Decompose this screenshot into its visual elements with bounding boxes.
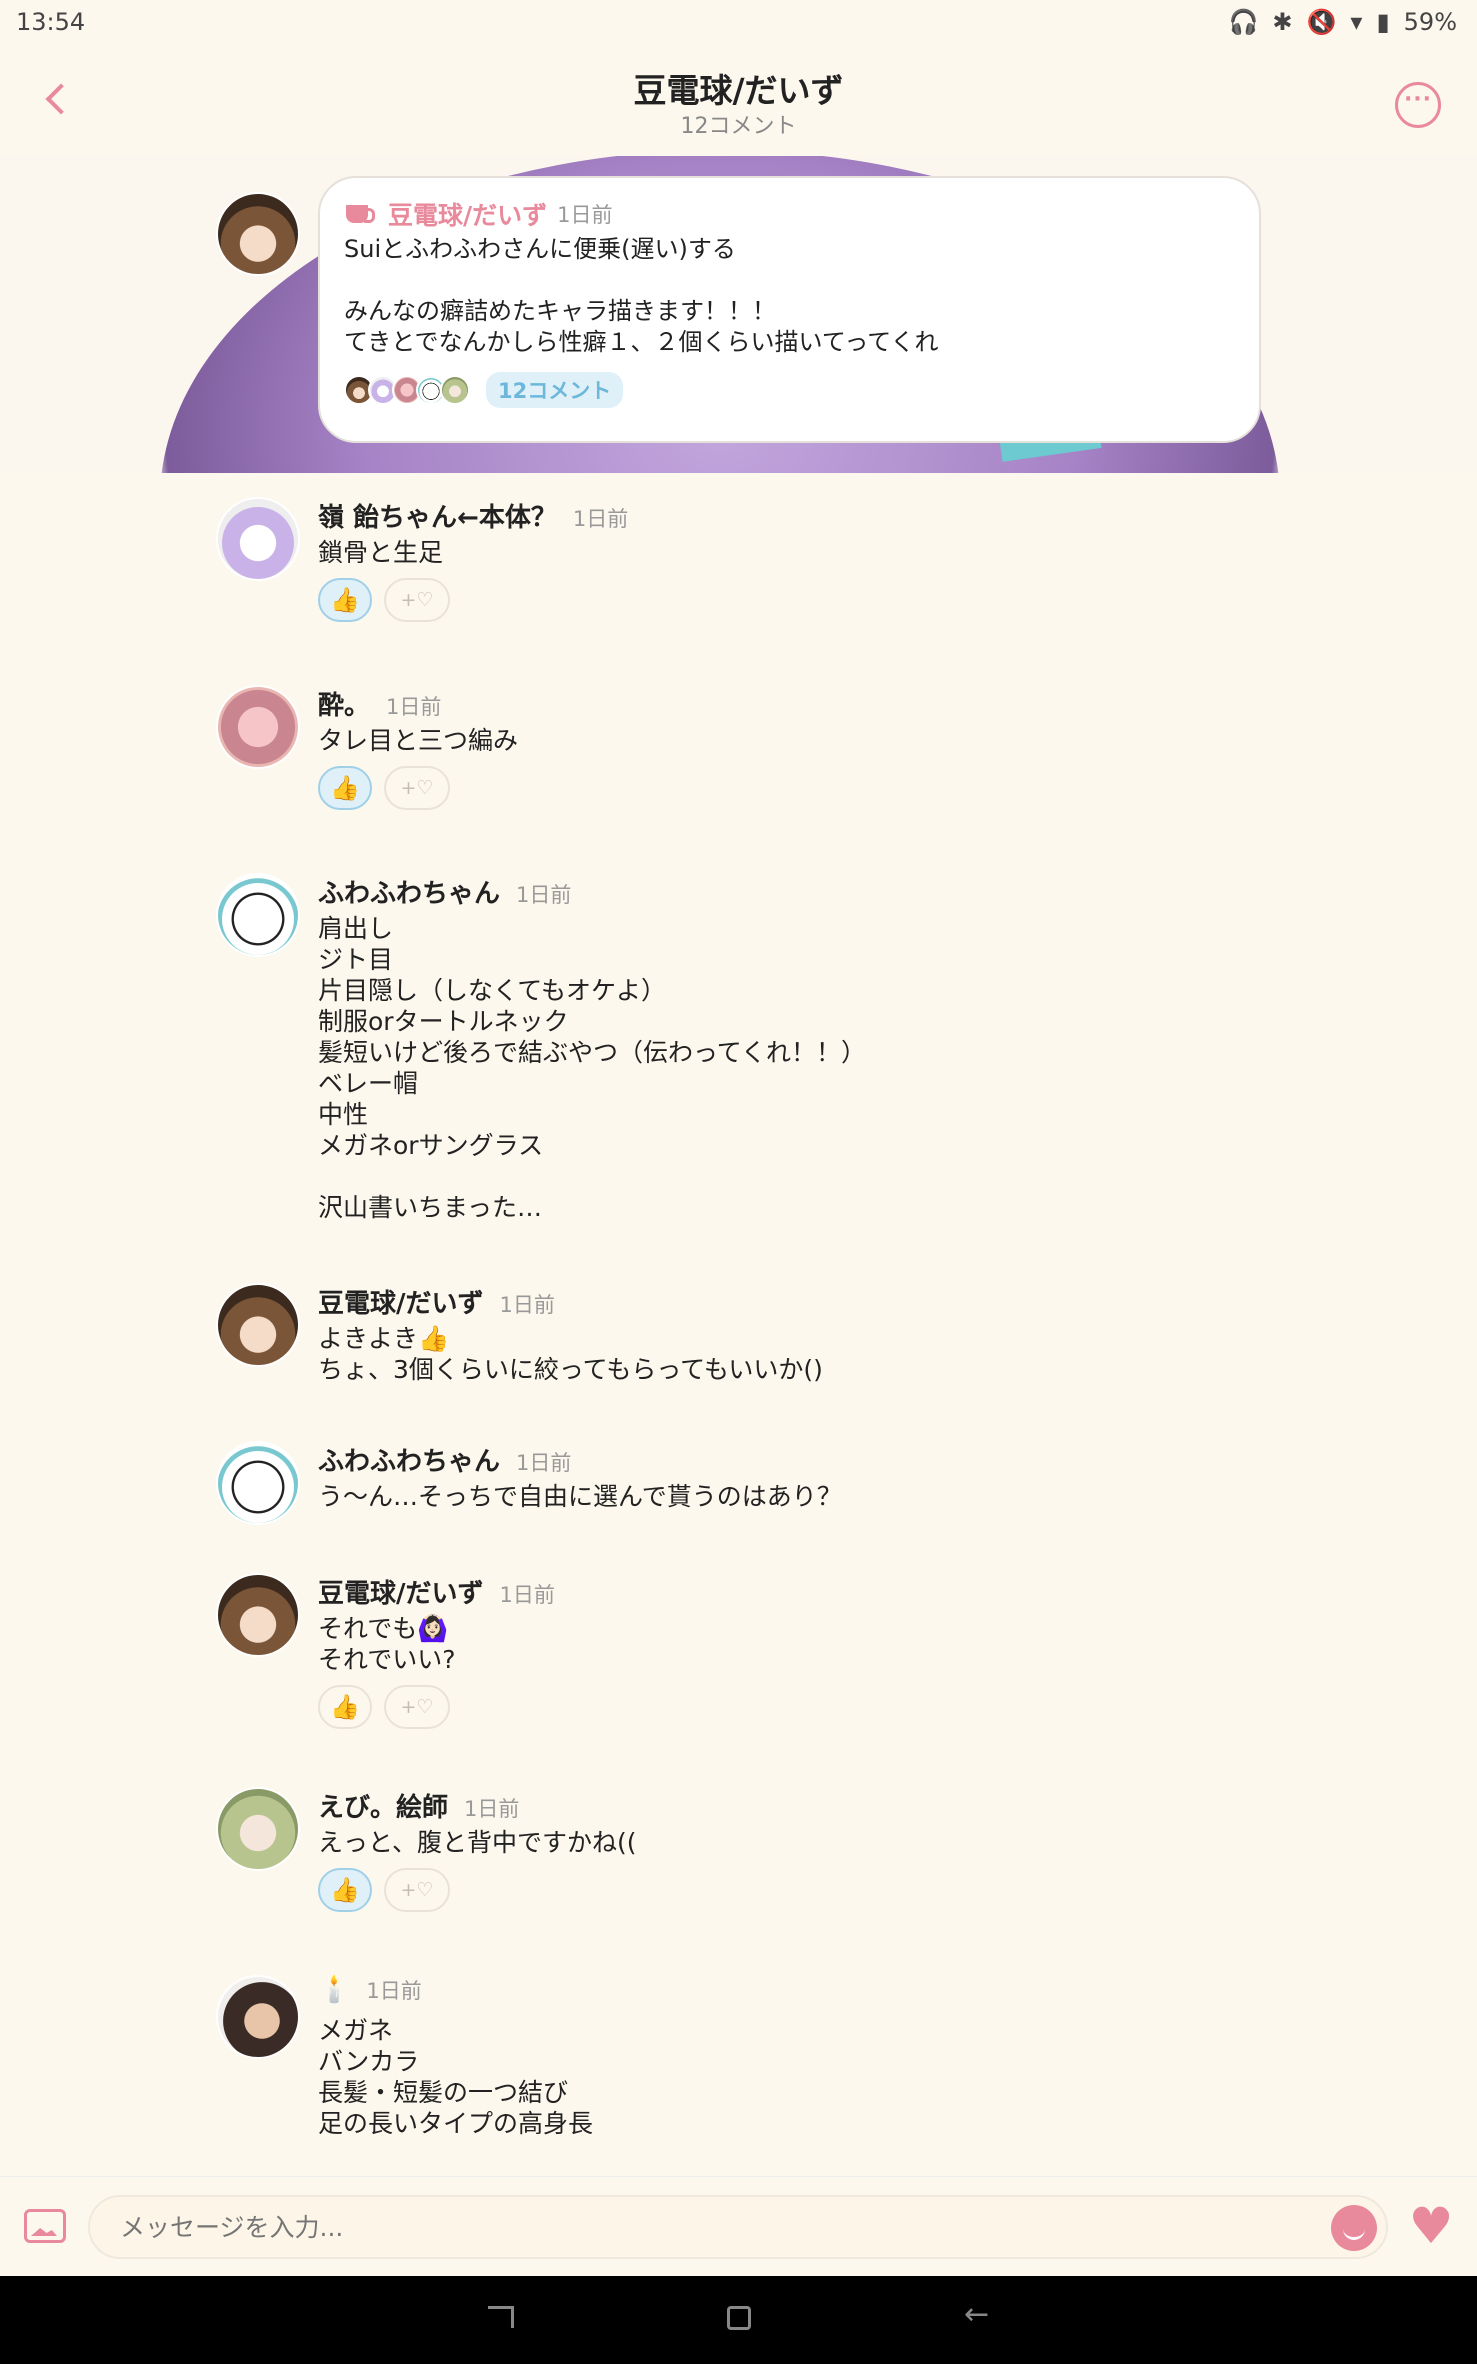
- commenter-avatars: [344, 375, 470, 405]
- comment-line: 髪短いけど後ろで結ぶやつ（伝わってくれ！！）: [318, 1038, 867, 1067]
- mute-icon: 🔇: [1306, 8, 1337, 36]
- comment-body: 肩出し ジト目 片目隠し（しなくてもオケよ） 制服orタートルネック 髪短いけど…: [318, 913, 1298, 1223]
- comment-time: 1日前: [464, 1797, 520, 1821]
- like-reaction-button[interactable]: 👍: [318, 1685, 372, 1729]
- add-reaction-button[interactable]: +♡: [384, 1685, 450, 1729]
- system-nav-bar: ←: [0, 2276, 1477, 2364]
- comment-line: タレ目と三つ編み: [318, 726, 519, 755]
- comment-author[interactable]: 嶺 飴ちゃん←本体？: [318, 497, 557, 534]
- comment-author[interactable]: 豆電球/だいず: [318, 1573, 484, 1610]
- comment-line: [318, 1161, 1298, 1192]
- post-time: 1日前: [557, 203, 613, 227]
- comment-line: 片目隠し（しなくてもオケよ）: [318, 976, 667, 1005]
- comment-line: う〜ん…そっちで自由に選んで貰うのはあり？: [318, 1482, 842, 1511]
- avatar[interactable]: [216, 685, 300, 769]
- avatar[interactable]: [216, 192, 300, 276]
- status-icons: 🎧 ✱ 🔇 ▾ ▮ 59%: [1229, 8, 1458, 36]
- like-reaction-button[interactable]: 👍: [318, 766, 372, 810]
- comment-line: えっと、腹と背中ですかね((: [318, 1828, 637, 1857]
- comment-line: 鎖骨と生足: [318, 538, 444, 567]
- comment-count-pill[interactable]: 12コメント: [486, 372, 624, 408]
- avatar[interactable]: [216, 873, 300, 957]
- comment-body: タレ目と三つ編み: [318, 725, 1298, 756]
- comment-line: ベレー帽: [318, 1069, 419, 1098]
- add-reaction-button[interactable]: +♡: [384, 1868, 450, 1912]
- comment-time: 1日前: [499, 1583, 555, 1607]
- comment-line: ジト目: [318, 945, 394, 974]
- comment-author[interactable]: ふわふわちゃん: [318, 873, 500, 910]
- comment-line: 長髪・短髪の一つ結び: [318, 2078, 569, 2107]
- message-input-bar: ♥: [0, 2176, 1477, 2276]
- avatar[interactable]: [216, 1283, 300, 1367]
- comment-time: 1日前: [572, 507, 629, 531]
- image-icon[interactable]: [24, 2209, 66, 2243]
- comment-line: 肩出し: [318, 914, 394, 943]
- comment-line: 中性: [318, 1100, 369, 1129]
- comment-line: メガネ: [318, 2016, 394, 2045]
- comment-body: えっと、腹と背中ですかね((: [318, 1827, 1298, 1858]
- battery-level: 59%: [1403, 8, 1457, 36]
- comment-time: 1日前: [499, 1293, 555, 1317]
- recent-apps-icon[interactable]: [488, 2306, 514, 2328]
- add-reaction-button[interactable]: +♡: [384, 578, 450, 622]
- comment-author[interactable]: ふわふわちゃん: [318, 1441, 500, 1478]
- avatar[interactable]: [216, 1975, 300, 2059]
- avatar[interactable]: [216, 1441, 300, 1525]
- comment-body: よきよき👍 ちょ、3個くらいに絞ってもらってもいいか(): [318, 1323, 1298, 1385]
- comment-line: メガネorサングラス: [318, 1131, 544, 1160]
- more-options-button[interactable]: ···: [1395, 82, 1441, 128]
- avatar[interactable]: [216, 1573, 300, 1657]
- message-input[interactable]: [88, 2195, 1388, 2259]
- status-time: 13:54: [16, 8, 86, 36]
- comment-author[interactable]: 豆電球/だいず: [318, 1283, 484, 1320]
- post-body: Suiとふわふわさんに便乗(遅い)する みんなの癖詰めたキャラ描きます！！！ て…: [344, 234, 1235, 358]
- comment-time: 1日前: [516, 883, 572, 907]
- comment-line: それでも🙆🏻‍♀️: [318, 1614, 449, 1643]
- wifi-icon: ▾: [1350, 8, 1363, 36]
- avatar: [440, 375, 470, 405]
- post-line: Suiとふわふわさんに便乗(遅い)する: [344, 235, 736, 263]
- home-icon[interactable]: [727, 2306, 751, 2330]
- cup-icon: [344, 201, 378, 227]
- comment-body: それでも🙆🏻‍♀️ それでいい?: [318, 1613, 1298, 1675]
- avatar[interactable]: [216, 497, 300, 581]
- comment-author[interactable]: えび。絵師: [318, 1787, 448, 1824]
- back-arrow-icon[interactable]: ←: [964, 2300, 989, 2330]
- avatar[interactable]: [216, 1787, 300, 1871]
- comment-count: 12コメント: [680, 114, 797, 139]
- comment-body: メガネ バンカラ 長髪・短髪の一つ結び 足の長いタイプの高身長: [318, 2015, 1298, 2139]
- comment-line: よきよき👍: [318, 1324, 450, 1353]
- status-bar: 13:54 🎧 ✱ 🔇 ▾ ▮ 59%: [0, 0, 1477, 46]
- comment-author[interactable]: 酔。: [318, 685, 370, 722]
- comment-line: それでいい?: [318, 1645, 456, 1674]
- comment-time: 1日前: [366, 1979, 422, 2003]
- page-title: 豆電球/だいず: [633, 71, 844, 110]
- post-author[interactable]: 豆電球/だいず: [388, 196, 547, 232]
- original-post-card: 豆電球/だいず 1日前 Suiとふわふわさんに便乗(遅い)する みんなの癖詰めた…: [318, 176, 1261, 443]
- post-line: [344, 265, 1235, 296]
- like-reaction-button[interactable]: 👍: [318, 578, 372, 622]
- comment-author[interactable]: 🕯️: [318, 1975, 350, 2005]
- post-line: みんなの癖詰めたキャラ描きます！！！: [344, 297, 776, 325]
- bluetooth-icon: ✱: [1272, 8, 1293, 36]
- comment-body: 鎖骨と生足: [318, 537, 1298, 568]
- comment-time: 1日前: [386, 695, 442, 719]
- original-post-banner: 豆電球/だいず 1日前 Suiとふわふわさんに便乗(遅い)する みんなの癖詰めた…: [0, 140, 1477, 473]
- comment-line: 沢山書いちまった…: [318, 1193, 543, 1222]
- comment-line: バンカラ: [318, 2047, 420, 2076]
- header: 豆電球/だいず 12コメント ···: [0, 46, 1477, 156]
- headphones-icon: 🎧: [1228, 8, 1259, 36]
- comment-body: う〜ん…そっちで自由に選んで貰うのはあり？: [318, 1481, 1298, 1512]
- battery-icon: ▮: [1376, 8, 1390, 36]
- post-line: てきとでなんかしら性癖１、２個くらい描いてってくれ: [344, 328, 939, 356]
- comment-line: 足の長いタイプの高身長: [318, 2109, 594, 2138]
- comment-line: 制服orタートルネック: [318, 1007, 569, 1036]
- heart-icon[interactable]: ♥: [1404, 2199, 1458, 2253]
- comment-line: ちょ、3個くらいに絞ってもらってもいいか(): [318, 1355, 823, 1384]
- comment-time: 1日前: [516, 1451, 572, 1475]
- like-reaction-button[interactable]: 👍: [318, 1868, 372, 1912]
- add-reaction-button[interactable]: +♡: [384, 766, 450, 810]
- emoji-icon[interactable]: [1331, 2205, 1377, 2251]
